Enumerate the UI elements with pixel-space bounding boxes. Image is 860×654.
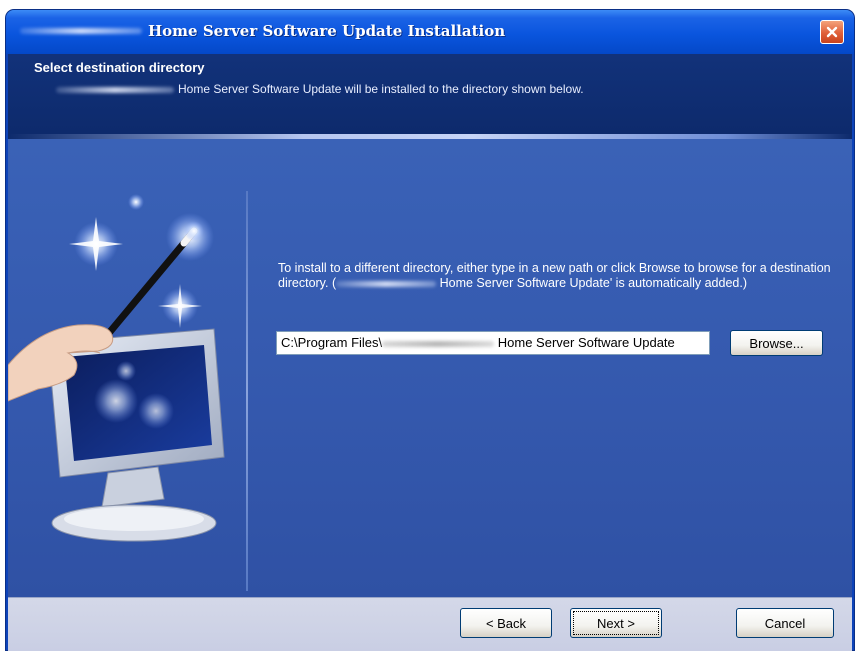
header-panel: Select destination directory Home Server… <box>8 54 852 134</box>
next-button[interactable]: Next > <box>570 608 662 638</box>
header-subtitle: Home Server Software Update will be inst… <box>178 82 584 96</box>
redacted-product-name <box>382 340 495 347</box>
close-button[interactable] <box>820 20 844 44</box>
wizard-illustration <box>8 194 225 542</box>
header-title: Select destination directory <box>34 60 205 75</box>
cancel-button[interactable]: Cancel <box>736 608 834 638</box>
installer-window: Home Server Software Update Installation… <box>6 10 854 651</box>
title-bar[interactable]: Home Server Software Update Installation <box>6 10 854 54</box>
header-subtitle-row: Home Server Software Update will be inst… <box>56 82 584 96</box>
redacted-product-name <box>20 28 142 34</box>
redacted-product-name <box>336 280 437 287</box>
sparkle-icon <box>69 194 214 328</box>
destination-path-input[interactable]: C:\Program Files\ Home Server Software U… <box>276 331 710 355</box>
redacted-product-name <box>56 86 174 93</box>
instructions-part2: Home Server Software Update' is automati… <box>436 276 747 290</box>
browse-button[interactable]: Browse... <box>730 330 823 356</box>
content-panel: To install to a different directory, eit… <box>8 139 852 597</box>
window-title: Home Server Software Update Installation <box>148 22 506 40</box>
close-icon <box>826 26 838 38</box>
footer-bar: < Back Next > Cancel <box>8 597 852 651</box>
instructions-text: To install to a different directory, eit… <box>278 261 836 291</box>
path-suffix: Home Server Software Update <box>494 335 675 350</box>
path-prefix: C:\Program Files\ <box>281 335 383 350</box>
back-button[interactable]: < Back <box>460 608 552 638</box>
vertical-divider <box>246 191 248 591</box>
